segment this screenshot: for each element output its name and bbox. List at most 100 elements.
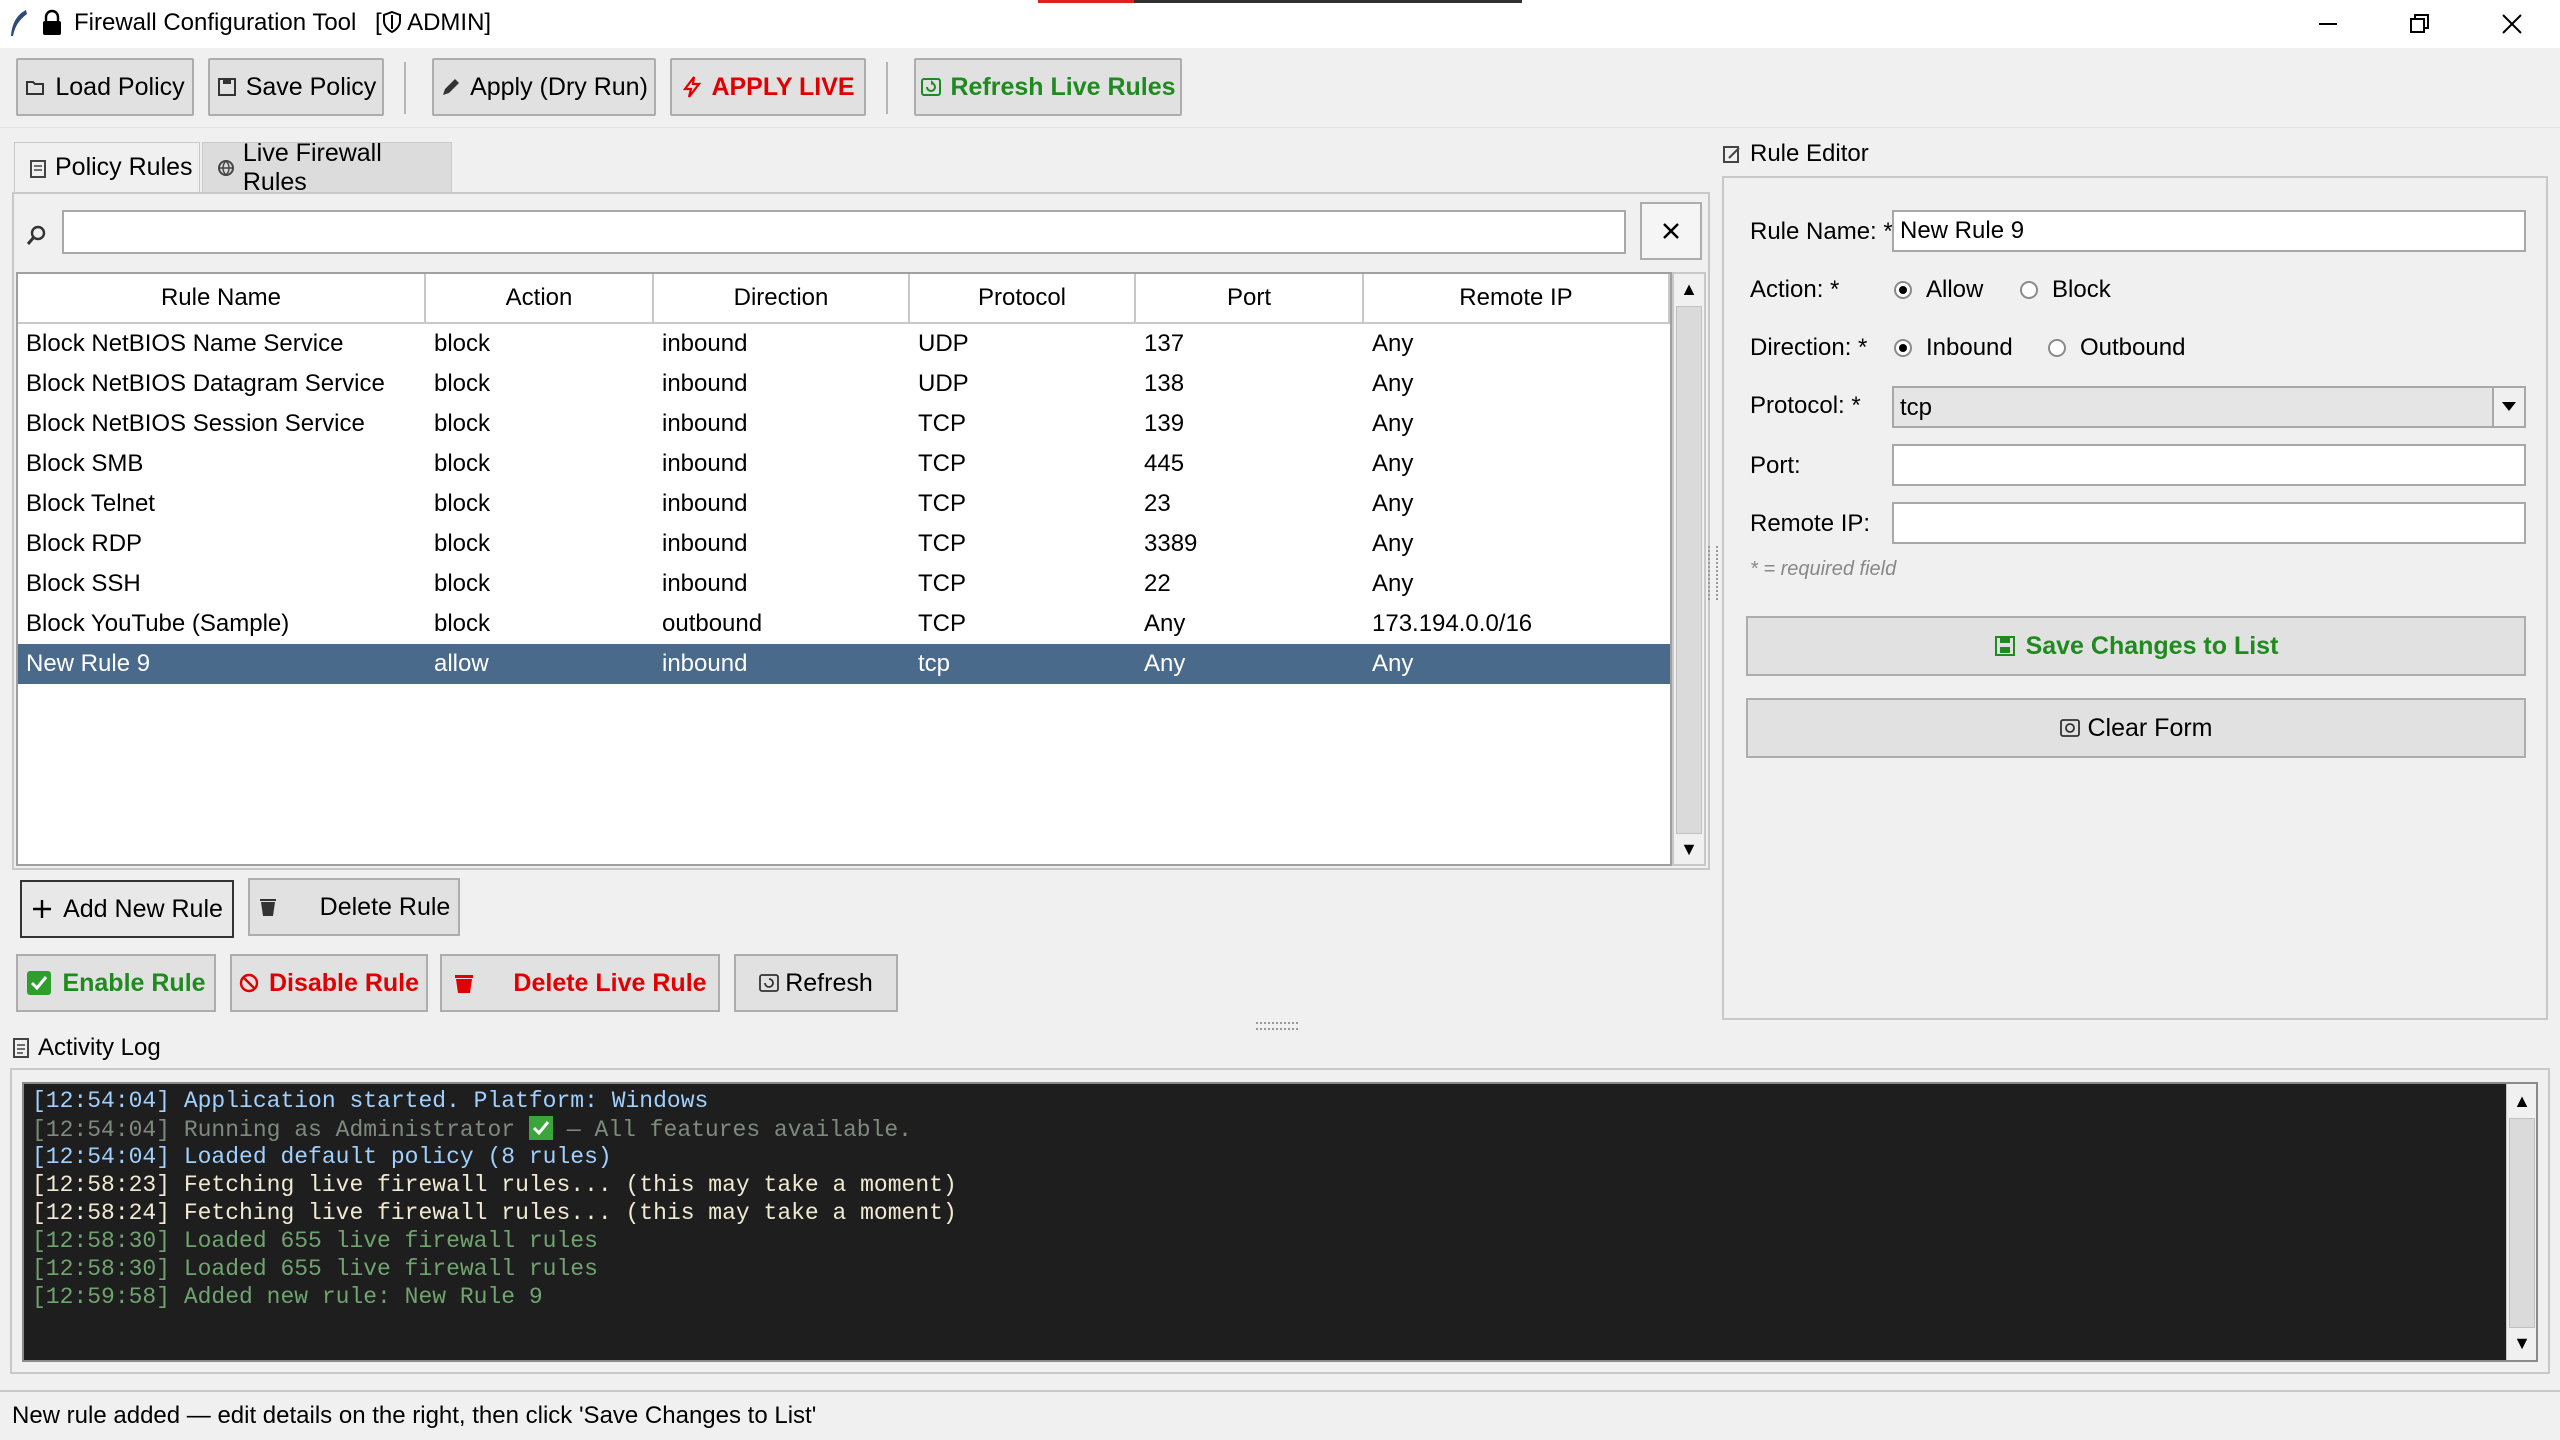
cell-protocol: TCP: [918, 610, 966, 637]
apply-dry-run-button[interactable]: Apply (Dry Run): [432, 58, 656, 116]
column-header-rule-name[interactable]: Rule Name: [18, 274, 426, 324]
column-header-action[interactable]: Action: [426, 274, 654, 324]
cell-protocol: TCP: [918, 450, 966, 477]
protocol-select[interactable]: tcp: [1892, 386, 2526, 428]
scroll-thumb[interactable]: [1676, 306, 1702, 834]
enable-rule-label: Enable Rule: [62, 968, 206, 997]
admin-badge: ADMIN: [407, 9, 485, 36]
table-row[interactable]: Block SMB block inbound TCP 445 Any: [18, 444, 1670, 484]
radio-unselected-icon: [2020, 281, 2038, 299]
required-field-note: * = required field: [1750, 558, 1897, 580]
refresh-button[interactable]: Refresh: [734, 954, 898, 1012]
delete-rule-button[interactable]: Delete Rule: [248, 878, 460, 936]
save-icon: [1994, 636, 2015, 656]
column-header-protocol[interactable]: Protocol: [910, 274, 1136, 324]
load-policy-button[interactable]: Load Policy: [16, 58, 194, 116]
scroll-down-arrow[interactable]: ▼: [1674, 834, 1704, 864]
save-icon: [217, 78, 236, 96]
cell-rule-name: Block NetBIOS Session Service: [26, 410, 365, 437]
tab-policy-rules[interactable]: Policy Rules: [14, 142, 200, 192]
table-row[interactable]: Block Telnet block inbound TCP 23 Any: [18, 484, 1670, 524]
accent-strip-dark: [1134, 0, 1522, 3]
horizontal-pane-sash[interactable]: [1256, 1022, 1298, 1030]
cell-port: 137: [1144, 330, 1185, 357]
scroll-up-arrow[interactable]: ▲: [1674, 274, 1704, 304]
cell-rule-name: Block NetBIOS Name Service: [26, 330, 344, 357]
direction-inbound-radio[interactable]: Inbound: [1894, 334, 2013, 362]
cell-port: 3389: [1144, 530, 1198, 557]
scroll-thumb[interactable]: [2509, 1118, 2535, 1328]
table-scrollbar[interactable]: ▲ ▼: [1672, 272, 1706, 866]
log-scrollbar[interactable]: ▲ ▼: [2506, 1084, 2536, 1360]
refresh-live-rules-button[interactable]: Refresh Live Rules: [914, 58, 1182, 116]
table-row[interactable]: Block NetBIOS Name Service block inbound UD…: [18, 324, 1670, 364]
lightning-icon: [683, 76, 702, 98]
minimize-button[interactable]: [2282, 0, 2374, 48]
cell-rule-name: Block YouTube (Sample): [26, 610, 290, 637]
feather-icon: [11, 10, 27, 36]
action-allow-radio[interactable]: Allow: [1894, 276, 1983, 304]
table-row[interactable]: New Rule 9 allow inbound tcp Any Any: [18, 644, 1670, 684]
save-policy-button[interactable]: Save Policy: [208, 58, 384, 116]
cell-port: 23: [1144, 490, 1171, 517]
table-row[interactable]: Block NetBIOS Datagram Service block inbou…: [18, 364, 1670, 404]
cell-remote-ip: Any: [1372, 490, 1414, 517]
activity-log: [12:54:04] Application started. Platform…: [22, 1082, 2538, 1362]
log-line-text: [12:58:24] Fetching live firewall rules.…: [32, 1200, 957, 1226]
add-new-rule-button[interactable]: Add New Rule: [20, 880, 234, 938]
apply-live-button[interactable]: APPLY LIVE: [670, 58, 866, 116]
table-row[interactable]: Block RDP block inbound TCP 3389 Any: [18, 524, 1670, 564]
tab-live-firewall-rules[interactable]: Live Firewall Rules: [202, 139, 452, 196]
enable-rule-button[interactable]: Enable Rule: [16, 954, 216, 1012]
action-block-radio[interactable]: Block: [2020, 276, 2111, 304]
cell-protocol: TCP: [918, 530, 966, 557]
cell-rule-name: Block SSH: [26, 570, 141, 597]
save-changes-button[interactable]: Save Changes to List: [1746, 616, 2526, 676]
action-label: Action: *: [1750, 276, 1840, 303]
cell-action: allow: [434, 650, 489, 677]
scroll-up-arrow[interactable]: ▲: [2507, 1086, 2537, 1116]
restore-button[interactable]: [2374, 0, 2466, 48]
radio-selected-icon: [1894, 281, 1912, 299]
table-row[interactable]: Block YouTube (Sample) block outbound TCP An…: [18, 604, 1670, 644]
clear-search-button[interactable]: [1640, 202, 1702, 260]
search-input[interactable]: [62, 210, 1626, 254]
clear-form-button[interactable]: Clear Form: [1746, 698, 2526, 758]
radio-unselected-icon: [2048, 339, 2066, 357]
edit-icon: [1723, 146, 1740, 163]
protocol-label: Protocol: *: [1750, 392, 1861, 419]
cell-action: block: [434, 530, 491, 557]
lock-icon: [43, 9, 61, 35]
log-line-text: [12:54:04] Loaded default policy (8 rule…: [32, 1144, 612, 1170]
column-header-port[interactable]: Port: [1136, 274, 1364, 324]
remote-ip-field[interactable]: [1892, 502, 2526, 544]
rule-name-field[interactable]: [1892, 210, 2526, 252]
toolbar-separator: [404, 62, 406, 114]
table-row[interactable]: Block NetBIOS Session Service block inboun…: [18, 404, 1670, 444]
add-new-rule-label: Add New Rule: [63, 894, 223, 923]
table-header: Rule Name Action Direction Protocol Port Remo…: [18, 274, 1670, 324]
port-label: Port:: [1750, 452, 1801, 479]
column-header-remote-ip[interactable]: Remote IP: [1364, 274, 1670, 324]
table-row[interactable]: Block SSH block inbound TCP 22 Any: [18, 564, 1670, 604]
vertical-pane-sash[interactable]: [1708, 546, 1718, 600]
log-line: [12:58:30] Loaded 655 live firewall rule…: [32, 1228, 598, 1254]
scroll-down-arrow[interactable]: ▼: [2507, 1328, 2537, 1358]
disable-rule-label: Disable Rule: [268, 968, 420, 997]
checkmark-icon: [27, 971, 52, 995]
cell-remote-ip: Any: [1372, 410, 1414, 437]
close-button[interactable]: [2466, 0, 2558, 48]
cell-action: block: [434, 410, 491, 437]
tab-live-firewall-rules-label: Live Firewall Rules: [242, 138, 382, 196]
cell-remote-ip: Any: [1372, 450, 1414, 477]
title-bar: Firewall Configuration Tool [ ADMIN]: [0, 0, 2560, 48]
disable-rule-button[interactable]: Disable Rule: [230, 954, 428, 1012]
cell-direction: inbound: [662, 370, 748, 397]
direction-outbound-radio[interactable]: Outbound: [2048, 334, 2185, 362]
no-entry-icon: [239, 973, 259, 993]
search-icon: [26, 225, 46, 245]
trash-icon: [259, 899, 276, 916]
column-header-direction[interactable]: Direction: [654, 274, 910, 324]
delete-live-rule-button[interactable]: Delete Live Rule: [440, 954, 720, 1012]
port-field[interactable]: [1892, 444, 2526, 486]
